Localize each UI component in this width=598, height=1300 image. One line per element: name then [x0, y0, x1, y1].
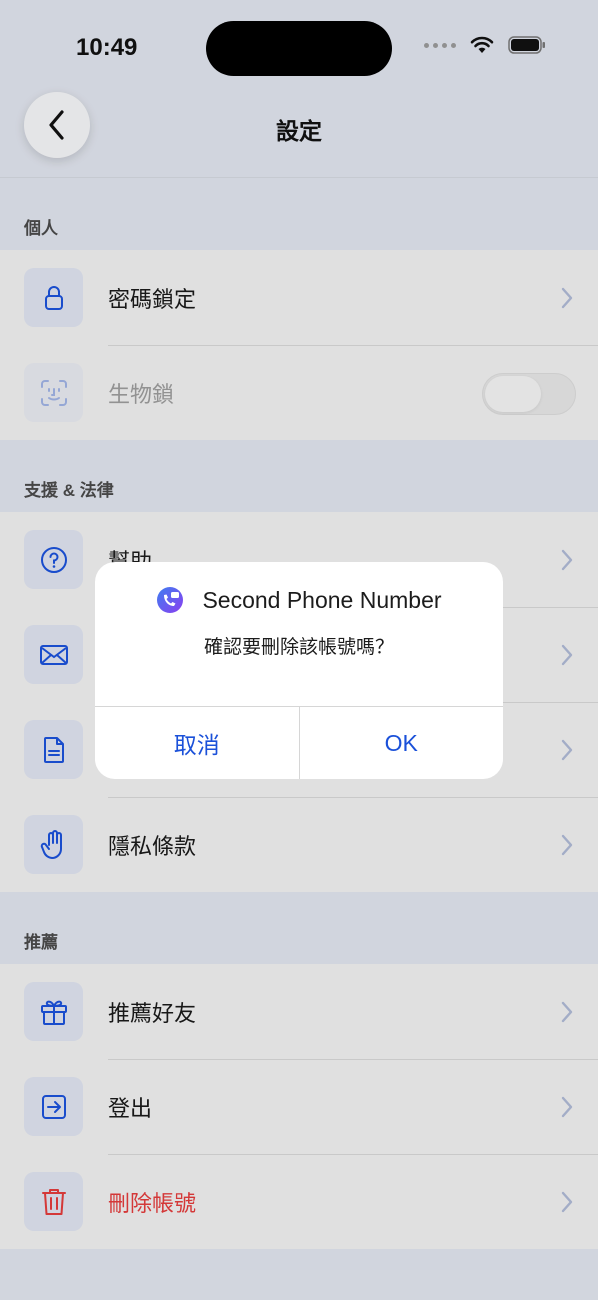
dialog-message: 確認要刪除該帳號嗎？: [203, 637, 394, 658]
cancel-button[interactable]: 取消: [95, 707, 299, 779]
ok-button[interactable]: OK: [298, 707, 504, 779]
delete-confirm-dialog: Second Phone Number 確認要刪除該帳號嗎？ 取消 OK: [95, 562, 503, 779]
app-logo-icon: [157, 587, 184, 613]
dialog-buttons: 取消 OK: [95, 706, 503, 779]
dialog-title: Second Phone Number: [202, 586, 442, 613]
dialog-header: Second Phone Number: [95, 586, 503, 614]
